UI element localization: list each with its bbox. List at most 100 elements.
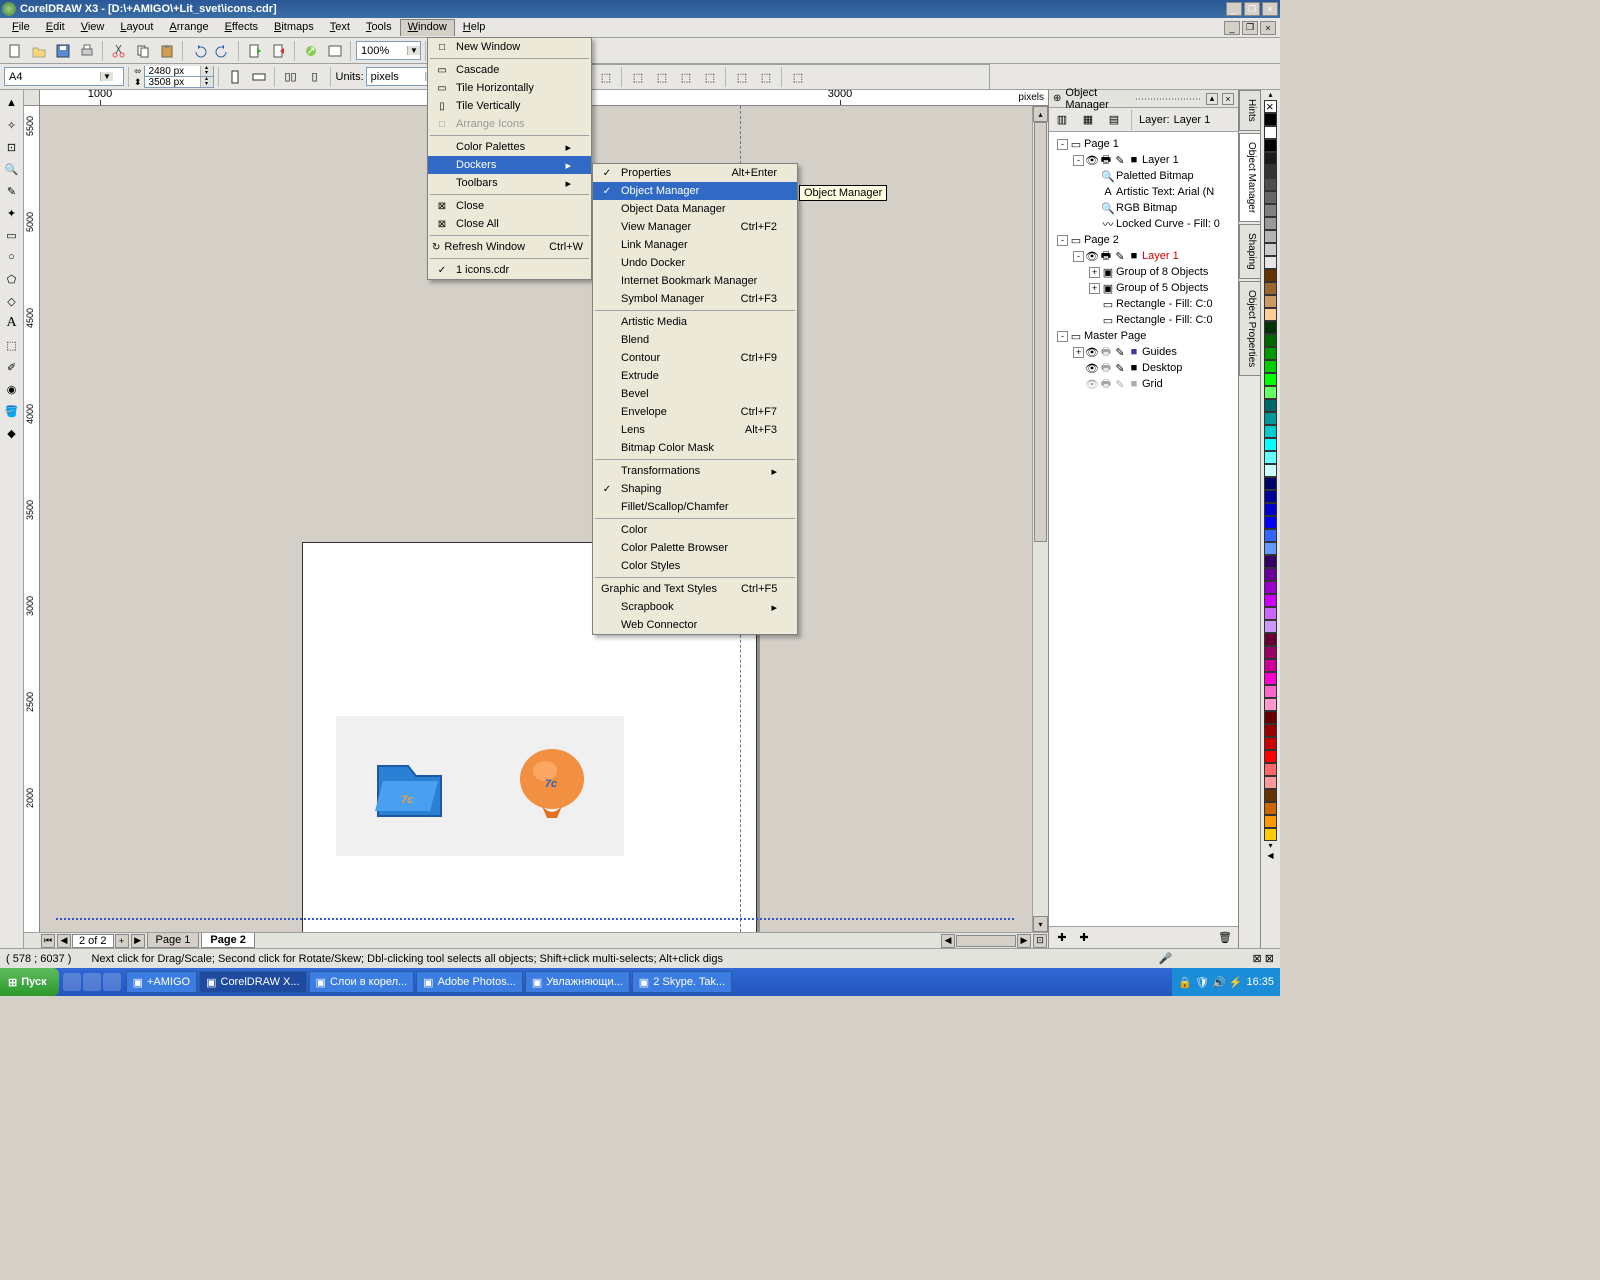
menu-item-contour[interactable]: ContourCtrl+F9 <box>593 349 797 367</box>
doc-close-button[interactable]: × <box>1260 21 1276 35</box>
color-swatch[interactable] <box>1264 659 1277 672</box>
menu-item-dockers[interactable]: Dockers▸ <box>428 156 591 174</box>
align-btn-10[interactable]: ⬚ <box>755 66 777 88</box>
portrait-button[interactable] <box>224 66 246 88</box>
menu-bitmaps[interactable]: Bitmaps <box>266 19 322 36</box>
color-swatch[interactable] <box>1264 646 1277 659</box>
docker-tab-hints[interactable]: Hints <box>1239 90 1260 131</box>
color-swatch[interactable] <box>1264 126 1277 139</box>
menu-help[interactable]: Help <box>455 19 494 36</box>
color-swatch[interactable] <box>1264 607 1277 620</box>
color-swatch[interactable] <box>1264 230 1277 243</box>
tree-item[interactable]: +▣ Group of 5 Objects <box>1051 280 1236 296</box>
align-btn-9[interactable]: ⬚ <box>731 66 753 88</box>
taskbar-task[interactable]: ▣Adobe Photos... <box>416 971 523 993</box>
tree-item[interactable]: +▣ Group of 8 Objects <box>1051 264 1236 280</box>
tree-item[interactable]: 👁🖶✎■ Grid <box>1051 376 1236 392</box>
tree-item[interactable]: -▭ Master Page <box>1051 328 1236 344</box>
menu-item-envelope[interactable]: EnvelopeCtrl+F7 <box>593 403 797 421</box>
menu-item-shaping[interactable]: ✓Shaping <box>593 480 797 498</box>
layer-view-button[interactable]: ▤ <box>1103 109 1125 131</box>
color-swatch[interactable] <box>1264 828 1277 841</box>
taskbar-task[interactable]: ▣+AMIGO <box>126 971 198 993</box>
menu-item-object-manager[interactable]: ✓Object Manager <box>593 182 797 200</box>
color-swatch[interactable] <box>1264 217 1277 230</box>
color-swatch[interactable] <box>1264 347 1277 360</box>
menu-item-symbol-manager[interactable]: Symbol ManagerCtrl+F3 <box>593 290 797 308</box>
color-swatch[interactable] <box>1264 256 1277 269</box>
menu-item-object-data-manager[interactable]: Object Data Manager <box>593 200 797 218</box>
color-swatch[interactable] <box>1264 113 1277 126</box>
menu-effects[interactable]: Effects <box>217 19 266 36</box>
menu-item-bitmap-color-mask[interactable]: Bitmap Color Mask <box>593 439 797 457</box>
color-swatch[interactable] <box>1264 568 1277 581</box>
ellipse-tool[interactable]: ○ <box>1 246 23 268</box>
tree-item[interactable]: 〰 Locked Curve - Fill: 0 <box>1051 216 1236 232</box>
eyedropper-tool[interactable]: ✐ <box>1 356 23 378</box>
color-swatch[interactable] <box>1264 542 1277 555</box>
menu-item-link-manager[interactable]: Link Manager <box>593 236 797 254</box>
delete-button[interactable]: 🗑 <box>1214 927 1236 949</box>
tree-item[interactable]: 👁🖶✎■ Desktop <box>1051 360 1236 376</box>
hscroll-thumb[interactable] <box>956 935 1016 947</box>
docker-tab-object-properties[interactable]: Object Properties <box>1239 281 1260 376</box>
nav-view-button[interactable]: ⊡ <box>1033 934 1047 948</box>
tree-item[interactable]: +👁🖶✎■ Guides <box>1051 344 1236 360</box>
color-swatch[interactable] <box>1264 477 1277 490</box>
zoom-tool[interactable]: 🔍 <box>1 158 23 180</box>
menu-item-tile-horizontally[interactable]: ▭Tile Horizontally <box>428 79 591 97</box>
align-btn-6[interactable]: ⬚ <box>651 66 673 88</box>
add-page-button[interactable]: + <box>115 934 129 948</box>
export-button[interactable] <box>268 40 290 62</box>
tree-item[interactable]: 🔍 RGB Bitmap <box>1051 200 1236 216</box>
copy-button[interactable] <box>132 40 154 62</box>
paste-button[interactable] <box>156 40 178 62</box>
color-swatch[interactable] <box>1264 516 1277 529</box>
menu-item-fillet-scallop-chamfer[interactable]: Fillet/Scallop/Chamfer <box>593 498 797 516</box>
align-btn-7[interactable]: ⬚ <box>675 66 697 88</box>
color-swatch[interactable] <box>1264 763 1277 776</box>
menu-item-color-palette-browser[interactable]: Color Palette Browser <box>593 539 797 557</box>
menu-item-blend[interactable]: Blend <box>593 331 797 349</box>
color-swatch[interactable] <box>1264 191 1277 204</box>
palette-flyout-button[interactable]: ◀ <box>1264 851 1277 861</box>
color-swatch[interactable] <box>1264 321 1277 334</box>
menu-item-extrude[interactable]: Extrude <box>593 367 797 385</box>
palette-down-button[interactable]: ▾ <box>1264 841 1277 851</box>
doc-restore-button[interactable]: ❐ <box>1242 21 1258 35</box>
color-swatch[interactable] <box>1264 672 1277 685</box>
color-swatch[interactable] <box>1264 503 1277 516</box>
menu-tools[interactable]: Tools <box>358 19 400 36</box>
pages2-button[interactable]: ▯ <box>304 66 326 88</box>
menu-arrange[interactable]: Arrange <box>161 19 216 36</box>
edit-across-button[interactable]: ▦ <box>1077 109 1099 131</box>
close-button[interactable]: × <box>1262 2 1278 16</box>
taskbar-task[interactable]: ▣2 Skype. Tak... <box>632 971 732 993</box>
docker-close-button[interactable]: × <box>1222 93 1234 105</box>
menu-item-internet-bookmark-manager[interactable]: Internet Bookmark Manager <box>593 272 797 290</box>
menu-item-undo-docker[interactable]: Undo Docker <box>593 254 797 272</box>
color-swatch[interactable] <box>1264 581 1277 594</box>
color-swatch[interactable] <box>1264 789 1277 802</box>
color-swatch[interactable] <box>1264 685 1277 698</box>
first-page-button[interactable]: ⏮ <box>41 934 55 948</box>
welcome-button[interactable] <box>324 40 346 62</box>
align-btn-8[interactable]: ⬚ <box>699 66 721 88</box>
object-tree[interactable]: -▭ Page 1-👁🖶✎■ Layer 1🔍 Paletted BitmapA… <box>1049 132 1238 926</box>
color-swatch[interactable] <box>1264 204 1277 217</box>
menu-item-cascade[interactable]: ▭Cascade <box>428 61 591 79</box>
menu-layout[interactable]: Layout <box>112 19 161 36</box>
color-swatch[interactable] <box>1264 373 1277 386</box>
menu-file[interactable]: File <box>4 19 38 36</box>
tree-item[interactable]: ▭ Rectangle - Fill: C:0 <box>1051 296 1236 312</box>
tree-item[interactable]: -▭ Page 2 <box>1051 232 1236 248</box>
docker-menu-button[interactable]: ▴ <box>1206 93 1218 105</box>
import-button[interactable] <box>244 40 266 62</box>
zoom-combo[interactable]: ▼ <box>356 41 421 60</box>
tree-item[interactable]: A Artistic Text: Arial (N <box>1051 184 1236 200</box>
ql-ie[interactable] <box>63 973 81 991</box>
save-button[interactable] <box>52 40 74 62</box>
color-swatch[interactable] <box>1264 451 1277 464</box>
color-swatch[interactable] <box>1264 438 1277 451</box>
menu-item-transformations[interactable]: Transformations▸ <box>593 462 797 480</box>
